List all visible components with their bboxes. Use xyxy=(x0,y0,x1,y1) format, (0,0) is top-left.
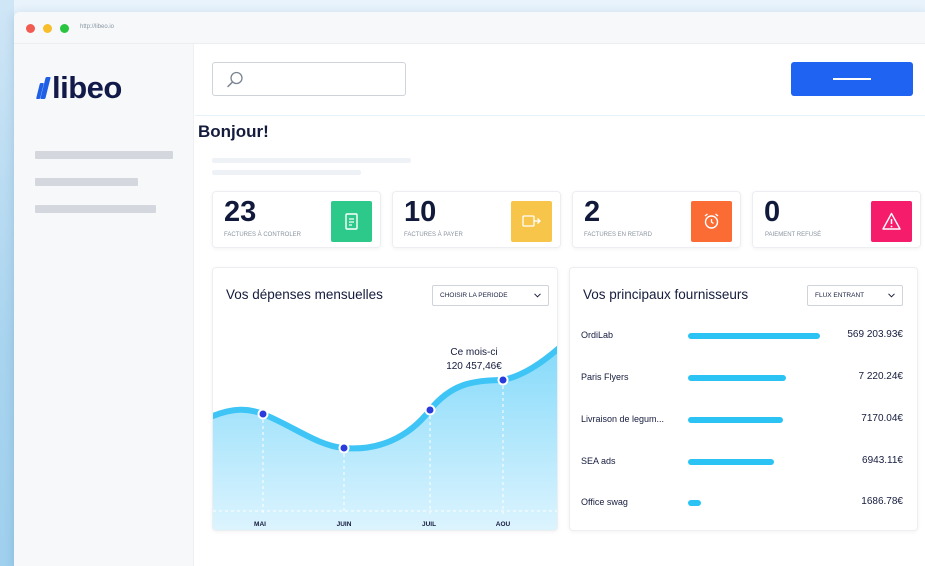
suppliers-panel-title: Vos principaux fournisseurs xyxy=(583,287,749,302)
close-window-dot[interactable] xyxy=(26,24,35,33)
kpi-card-to-review[interactable]: 23 FACTURES À CONTROLER xyxy=(212,191,381,248)
kpi-card-refused[interactable]: 0 PAIEMENT REFUSÉ xyxy=(752,191,921,248)
supplier-share-bar xyxy=(688,459,774,465)
supplier-share-bar xyxy=(688,333,820,339)
address-bar-url[interactable]: http://libeo.io xyxy=(80,24,114,30)
x-tick-label: AOU xyxy=(496,521,511,528)
kpi-card-late[interactable]: 2 FACTURES EN RETARD xyxy=(572,191,741,248)
chart-area-fill xyxy=(213,349,557,530)
chart-annotation-line2: 120 457,46€ xyxy=(446,361,502,372)
subtitle-placeholder-1 xyxy=(212,158,411,163)
chart-point-juin[interactable] xyxy=(338,442,350,454)
top-suppliers-panel: Vos principaux fournisseurs FLUX ENTRANT… xyxy=(569,267,918,531)
kpi-card-to-pay[interactable]: 10 FACTURES À PAYER xyxy=(392,191,561,248)
spending-area-chart: Ce mois-ci 120 457,46€ MAI JUIN JUIL AOU xyxy=(213,345,557,530)
kpi-value: 2 xyxy=(584,196,601,228)
search-input[interactable] xyxy=(212,62,406,96)
supplier-amount: 6943.11€ xyxy=(862,455,903,466)
supplier-amount: 1686.78€ xyxy=(861,496,903,507)
kpi-value: 10 xyxy=(404,196,437,228)
supplier-amount: 7170.04€ xyxy=(861,413,903,424)
kpi-value: 0 xyxy=(764,196,781,228)
flux-select-value: FLUX ENTRANT xyxy=(815,292,865,299)
supplier-amount: 7 220.24€ xyxy=(858,371,904,382)
primary-action-button[interactable] xyxy=(791,62,913,96)
brand-name: libeo xyxy=(52,70,122,105)
subtitle-placeholder-2 xyxy=(212,170,361,175)
minimize-window-dot[interactable] xyxy=(43,24,52,33)
x-tick-label: JUIN xyxy=(337,521,352,528)
supplier-amount: 569 203.93€ xyxy=(847,329,903,340)
maximize-window-dot[interactable] xyxy=(60,24,69,33)
top-bar xyxy=(195,44,925,116)
brand-logo[interactable]: libeo xyxy=(36,72,122,103)
kpi-label: FACTURES À CONTROLER xyxy=(224,232,302,238)
x-tick-label: JUIL xyxy=(422,521,436,528)
supplier-name: Paris Flyers xyxy=(581,372,629,382)
supplier-share-bar xyxy=(688,375,786,381)
page-greeting: Bonjour! xyxy=(198,122,269,141)
sidebar: libeo xyxy=(14,44,194,566)
monthly-spending-panel: Vos dépenses mensuelles CHOISIR LA PERIO… xyxy=(212,267,558,531)
supplier-name: SEA ads xyxy=(581,456,616,466)
kpi-label: FACTURES EN RETARD xyxy=(584,232,652,238)
page-background xyxy=(0,0,14,566)
document-icon xyxy=(331,201,372,242)
browser-titlebar: http://libeo.io xyxy=(14,12,925,44)
chart-point-aou[interactable] xyxy=(497,374,509,386)
supplier-share-bar xyxy=(688,417,783,423)
chevron-down-icon xyxy=(888,293,895,298)
supplier-name: Livraison de legum... xyxy=(581,414,665,424)
chart-point-juil[interactable] xyxy=(424,404,436,416)
kpi-value: 23 xyxy=(224,196,257,228)
button-label-placeholder xyxy=(833,78,871,80)
warning-icon xyxy=(871,201,912,242)
logo-mark-icon xyxy=(36,76,51,100)
x-tick-label: MAI xyxy=(254,521,266,528)
supplier-name: Office swag xyxy=(581,497,628,507)
alarm-clock-icon xyxy=(691,201,732,242)
chart-point-mai[interactable] xyxy=(257,408,269,420)
flux-select[interactable]: FLUX ENTRANT xyxy=(807,285,903,306)
kpi-label: PAIEMENT REFUSÉ xyxy=(765,232,822,238)
supplier-share-bar xyxy=(688,500,701,506)
chart-annotation-line1: Ce mois-ci xyxy=(450,347,497,358)
kpi-label: FACTURES À PAYER xyxy=(404,232,463,238)
wallet-transfer-icon xyxy=(511,201,552,242)
search-icon xyxy=(227,71,243,88)
sidebar-nav-item-2[interactable] xyxy=(35,178,138,186)
sidebar-nav-item-3[interactable] xyxy=(35,205,156,213)
supplier-name: OrdiLab xyxy=(581,330,614,340)
sidebar-nav-item-1[interactable] xyxy=(35,151,173,159)
